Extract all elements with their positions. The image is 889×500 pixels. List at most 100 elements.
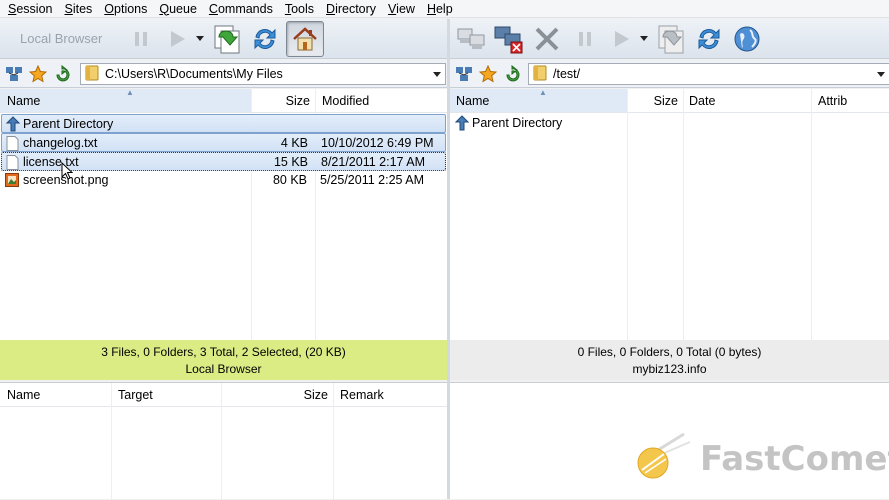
column-name-label: Name <box>7 94 41 108</box>
menu-session[interactable]: Session <box>2 0 58 18</box>
file-size: 80 KB <box>272 173 307 187</box>
network-icon[interactable] <box>4 64 24 84</box>
queue-column-name[interactable]: Name <box>0 383 112 500</box>
favorites-star-icon[interactable] <box>28 64 48 84</box>
local-browser-button[interactable]: Local Browser <box>20 31 120 46</box>
refresh-icon[interactable] <box>692 22 726 56</box>
column-date-label: Date <box>689 94 716 108</box>
menu-commands-label: Commands <box>208 1 273 16</box>
local-status-summary: 3 Files, 0 Folders, 3 Total, 2 Selected,… <box>101 345 346 359</box>
watermark-text: FastComet <box>700 438 889 479</box>
up-folder-icon[interactable] <box>502 64 522 84</box>
file-modified: 5/25/2011 2:25 AM <box>320 173 425 187</box>
local-path-field[interactable]: C:\Users\R\Documents\My Files <box>80 63 446 85</box>
local-status-bar: 3 Files, 0 Folders, 3 Total, 2 Selected,… <box>0 340 447 380</box>
queue-column-size[interactable]: Size <box>222 383 334 500</box>
pause-icon[interactable] <box>124 22 158 56</box>
column-size-label: Size <box>653 94 678 108</box>
menu-queue-label: Queue <box>159 1 197 16</box>
file-name: Parent Directory <box>23 117 114 131</box>
remote-address-bar: /test/ <box>450 60 889 88</box>
play-icon[interactable] <box>160 22 194 56</box>
refresh-icon[interactable] <box>248 22 282 56</box>
remote-path-field[interactable]: /test/ <box>528 63 889 85</box>
menu-sites-label: Sites <box>64 1 93 16</box>
menu-tools[interactable]: Tools <box>279 0 320 18</box>
remote-status-summary: 0 Files, 0 Folders, 0 Total (0 bytes) <box>577 345 762 359</box>
path-dropdown-icon[interactable] <box>429 71 445 77</box>
sort-caret-icon: ▲ <box>539 88 547 97</box>
folder-icon <box>85 65 99 84</box>
menu-bar: Session Sites Options Queue Commands Too… <box>0 0 889 18</box>
remote-status-label: mybiz123.info <box>632 362 707 376</box>
image-file-icon <box>5 173 19 193</box>
brand-watermark: FastComet <box>636 432 889 485</box>
queue-column-target-label: Target <box>118 388 153 402</box>
menu-options-label: Options <box>104 1 148 16</box>
up-folder-icon[interactable] <box>52 64 72 84</box>
path-dropdown-icon[interactable] <box>873 71 889 77</box>
transfer-icon[interactable] <box>654 22 688 56</box>
column-name-label: Name <box>456 94 490 108</box>
globe-icon[interactable] <box>730 22 764 56</box>
local-toolbar: Local Browser <box>0 19 447 59</box>
favorites-star-icon[interactable] <box>478 64 498 84</box>
play-icon[interactable] <box>604 22 638 56</box>
home-icon[interactable] <box>286 20 324 57</box>
menu-queue[interactable]: Queue <box>153 0 203 18</box>
menu-options[interactable]: Options <box>98 0 153 18</box>
local-file-list[interactable]: ▲ Name Size Modified Parent Directory ch… <box>0 88 447 340</box>
column-name[interactable]: ▲ Name <box>450 88 628 340</box>
menu-tools-label: Tools <box>284 1 315 16</box>
play-dropdown-icon[interactable] <box>638 22 650 56</box>
remote-file-list[interactable]: ▲ Name Size Date Attrib Parent Directory <box>450 88 889 340</box>
queue-column-name-label: Name <box>7 388 41 402</box>
cancel-icon[interactable] <box>530 22 564 56</box>
parent-directory-row[interactable]: Parent Directory <box>450 114 628 133</box>
parent-directory-icon <box>454 115 470 137</box>
column-size-label: Size <box>285 94 310 108</box>
queue-column-size-label: Size <box>303 388 328 402</box>
column-attrib-label: Attrib <box>818 94 848 108</box>
file-name: Parent Directory <box>472 116 563 130</box>
parent-directory-row[interactable]: Parent Directory <box>1 114 446 133</box>
mouse-cursor-icon <box>61 161 74 183</box>
menu-sites[interactable]: Sites <box>58 0 98 18</box>
queue-column-remark-label: Remark <box>340 388 384 402</box>
queue-column-remark[interactable]: Remark <box>334 383 447 407</box>
disconnect-icon[interactable] <box>492 22 526 56</box>
menu-directory-label: Directory <box>326 1 377 16</box>
menu-commands[interactable]: Commands <box>203 0 279 18</box>
column-attrib[interactable]: Attrib <box>812 89 889 113</box>
remote-path: /test/ <box>553 67 581 81</box>
file-name: changelog.txt <box>23 136 98 150</box>
file-size: 15 KB <box>273 155 308 169</box>
queue-column-target[interactable]: Target <box>112 383 222 500</box>
menu-view[interactable]: View <box>382 0 421 18</box>
file-row[interactable]: changelog.txt 4 KB 10/10/2012 6:49 PM <box>1 133 446 152</box>
fastcomet-logo-icon <box>636 432 692 485</box>
remote-status-bar: 0 Files, 0 Folders, 0 Total (0 bytes) my… <box>450 340 889 380</box>
column-date[interactable]: Date <box>684 89 812 340</box>
menu-help[interactable]: Help <box>421 0 459 18</box>
file-size: 4 KB <box>280 136 308 150</box>
network-icon[interactable] <box>454 64 474 84</box>
menu-help-label: Help <box>426 1 453 16</box>
column-size[interactable]: Size <box>628 89 684 340</box>
local-status-label: Local Browser <box>185 362 262 376</box>
pause-icon[interactable] <box>568 22 602 56</box>
file-modified: 8/21/2011 2:17 AM <box>321 155 426 169</box>
column-modified-label: Modified <box>322 94 370 108</box>
transfer-queue[interactable]: Name Target Size Remark <box>0 382 447 500</box>
file-modified: 10/10/2012 6:49 PM <box>321 136 434 150</box>
column-size[interactable]: Size <box>252 89 316 340</box>
menu-session-label: Session <box>8 1 53 16</box>
menu-view-label: View <box>388 1 415 16</box>
local-path: C:\Users\R\Documents\My Files <box>105 67 283 81</box>
column-name[interactable]: ▲ Name <box>0 88 252 340</box>
menu-directory[interactable]: Directory <box>320 0 382 18</box>
transfer-icon[interactable] <box>210 22 244 56</box>
play-dropdown-icon[interactable] <box>194 22 206 56</box>
connect-icon[interactable] <box>454 22 488 56</box>
column-modified[interactable]: Modified <box>316 89 447 113</box>
